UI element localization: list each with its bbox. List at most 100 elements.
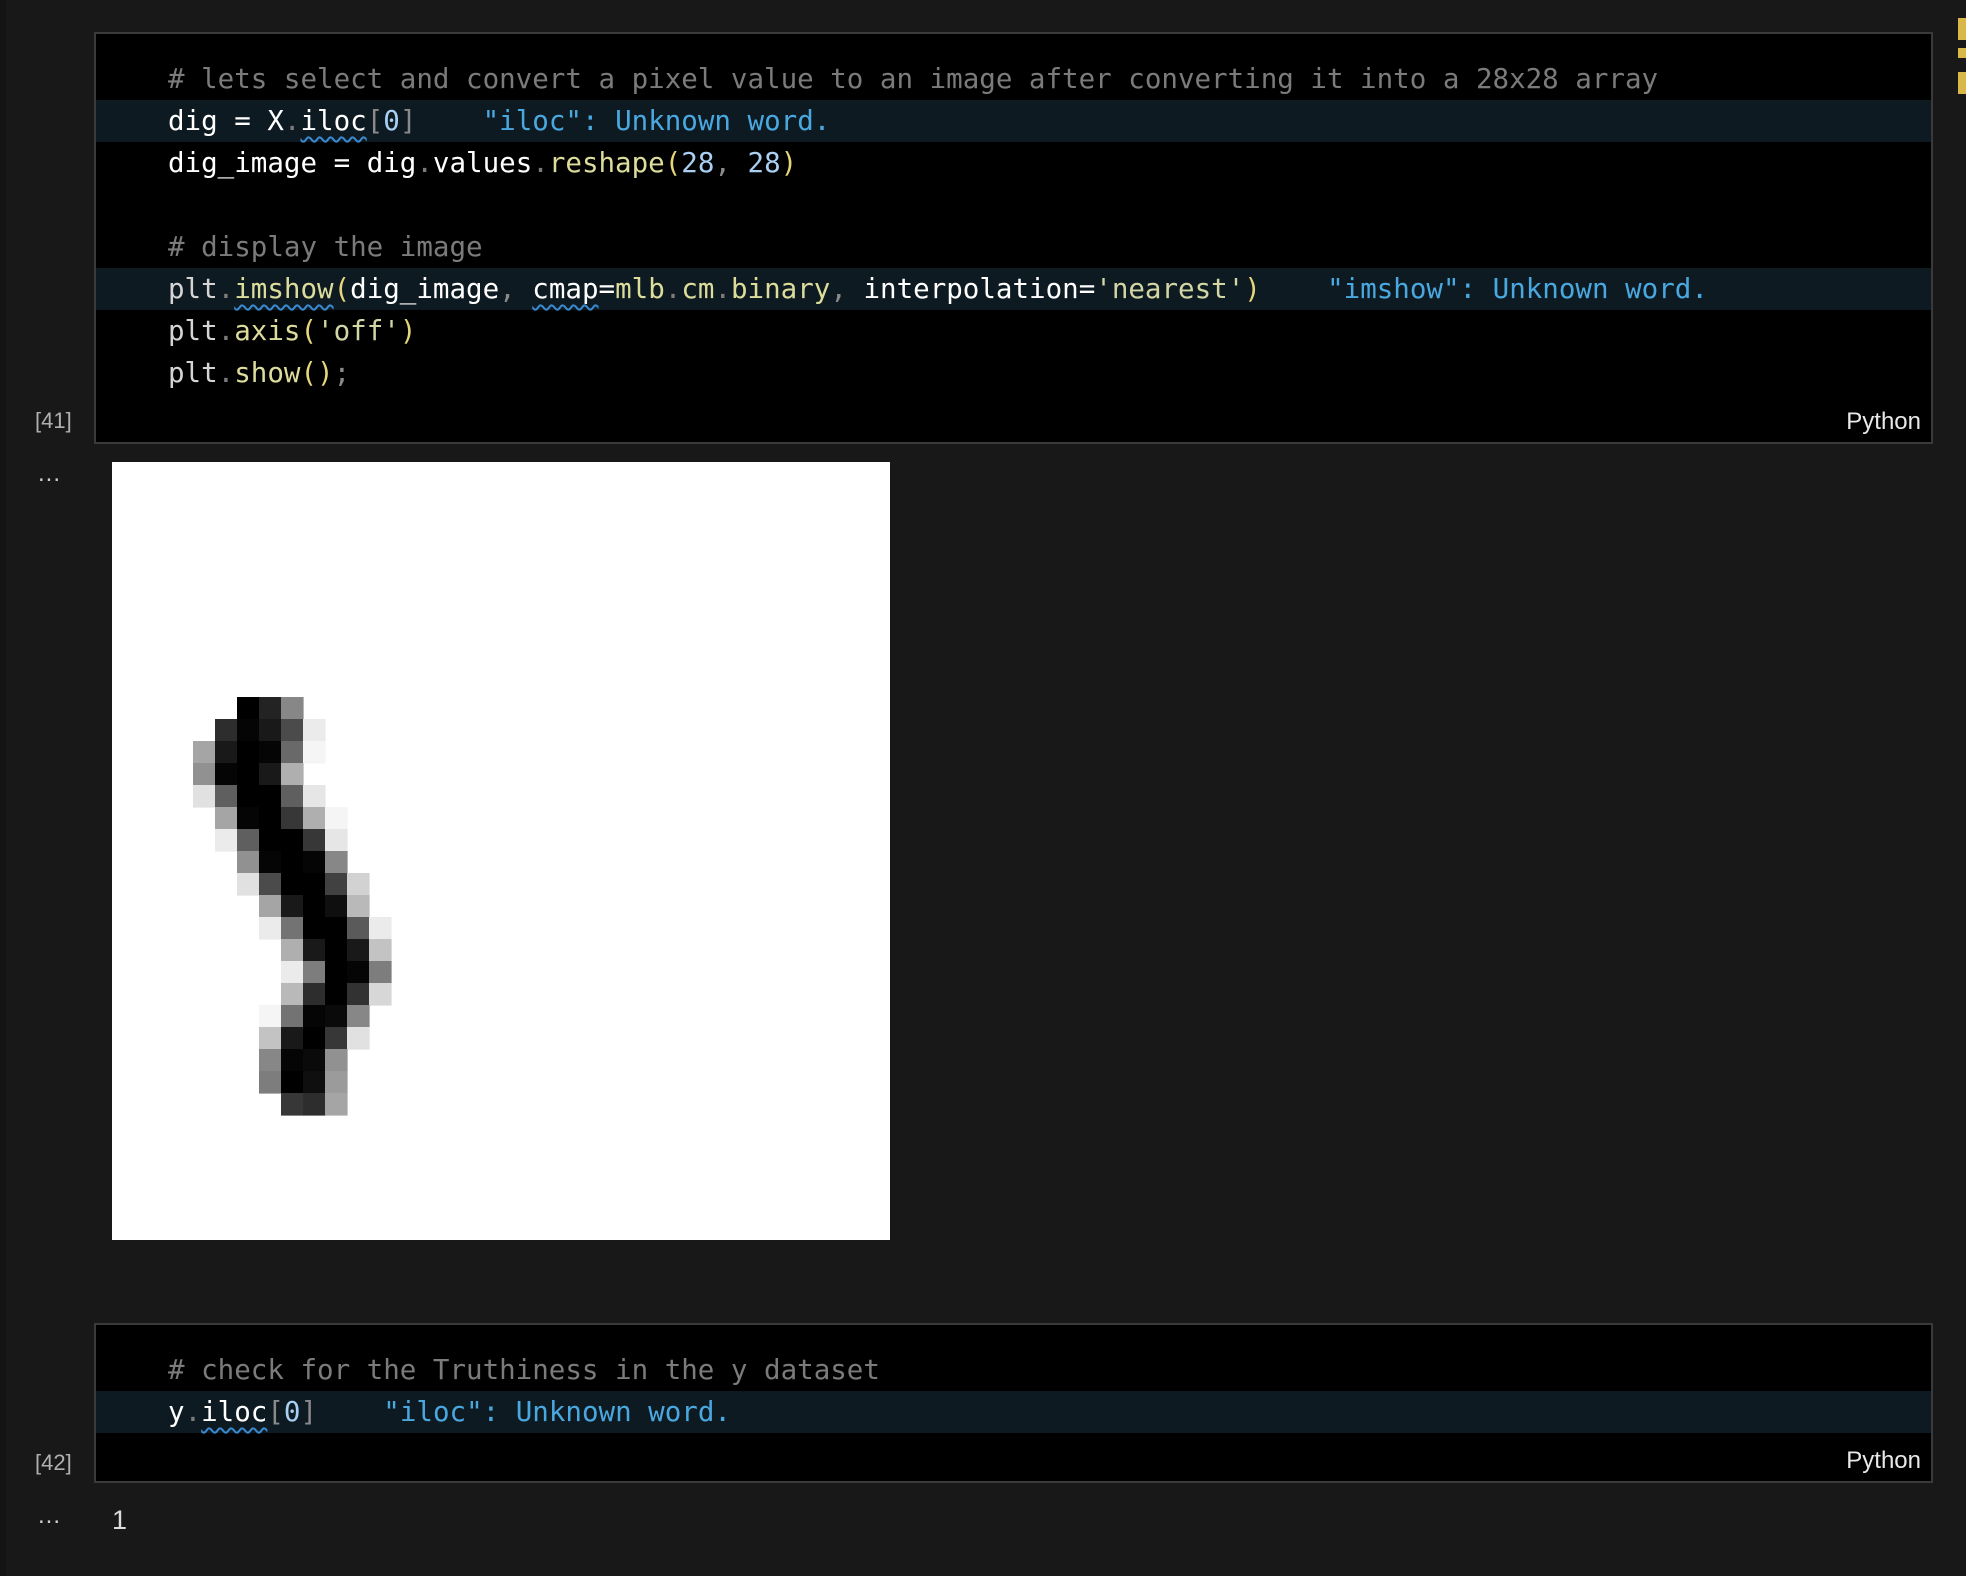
- digit-pixel: [325, 939, 348, 962]
- scrollbar-marker: [1958, 48, 1966, 58]
- code-line[interactable]: # display the image: [96, 226, 1931, 268]
- digit-pixel: [259, 895, 282, 918]
- code-token: (): [300, 357, 334, 389]
- digit-pixel: [237, 763, 260, 786]
- code-token: =: [317, 147, 367, 179]
- code-token: 0: [283, 1396, 301, 1428]
- code-token: [: [267, 1396, 284, 1428]
- digit-pixel: [325, 807, 348, 830]
- digit-pixel: [259, 851, 282, 874]
- digit-pixel: [325, 895, 348, 918]
- spelling-squiggle[interactable]: iloc: [201, 1396, 267, 1428]
- code-token: show: [234, 357, 301, 389]
- digit-pixel: [193, 785, 216, 808]
- digit-pixel: [303, 1049, 326, 1072]
- scrollbar-marker: [1958, 72, 1966, 94]
- code-token: 'off': [317, 315, 400, 347]
- digit-pixel: [281, 895, 304, 918]
- spelling-squiggle[interactable]: cmap: [532, 273, 598, 305]
- digit-pixel: [259, 697, 282, 720]
- spelling-squiggle[interactable]: iloc: [300, 105, 366, 137]
- digit-pixel: [369, 983, 392, 1006]
- digit-pixel: [259, 1071, 282, 1094]
- digit-pixel: [215, 829, 238, 852]
- digit-pixel: [215, 763, 238, 786]
- code-line[interactable]: # lets select and convert a pixel value …: [96, 58, 1931, 100]
- digit-pixel: [325, 1049, 348, 1072]
- digit-pixel: [237, 697, 260, 720]
- digit-pixel: [281, 1071, 304, 1094]
- code-line[interactable]: dig_image = dig.values.reshape(28, 28): [96, 142, 1931, 184]
- code-line[interactable]: y.iloc[0] "iloc": Unknown word.: [96, 1391, 1931, 1433]
- digit-pixel: [193, 741, 216, 764]
- code-cell-42[interactable]: # check for the Truthiness in the y data…: [94, 1323, 1933, 1483]
- digit-pixel: [325, 917, 348, 940]
- digit-pixel: [259, 1005, 282, 1028]
- code-token: reshape: [548, 147, 665, 179]
- digit-pixel: [303, 851, 326, 874]
- code-token: (: [333, 273, 351, 305]
- code-line[interactable]: plt.show();: [96, 352, 1931, 394]
- code-token: y: [168, 1396, 185, 1428]
- digit-pixel: [303, 1093, 326, 1116]
- digit-pixel: [303, 939, 326, 962]
- spelling-squiggle[interactable]: imshow: [234, 273, 333, 305]
- code-token: 'nearest': [1095, 273, 1245, 305]
- digit-pixel: [281, 829, 304, 852]
- digit-pixel: [303, 1027, 326, 1050]
- digit-pixel: [303, 1071, 326, 1094]
- code-cell-41[interactable]: # lets select and convert a pixel value …: [94, 32, 1933, 444]
- code-line[interactable]: # check for the Truthiness in the y data…: [96, 1349, 1931, 1391]
- code-token: .: [217, 357, 235, 389]
- output-collapse-button[interactable]: ...: [38, 460, 61, 488]
- digit-pixel: [369, 917, 392, 940]
- code-token: 28: [681, 147, 715, 179]
- digit-pixel: [347, 1005, 370, 1028]
- scrollbar-marker: [1958, 18, 1966, 40]
- digit-pixel: [303, 785, 326, 808]
- code-token: ,: [499, 273, 533, 305]
- code-token: dig: [168, 105, 218, 137]
- digit-pixel: [281, 1093, 304, 1116]
- inline-diagnostic: "iloc": Unknown word.: [383, 1396, 731, 1428]
- digit-pixel: [281, 1049, 304, 1072]
- code-token: =: [1078, 273, 1096, 305]
- code-line[interactable]: plt.axis('off'): [96, 310, 1931, 352]
- code-line[interactable]: plt.imshow(dig_image, cmap=mlb.cm.binary…: [96, 268, 1931, 310]
- code-line[interactable]: dig = X.iloc[0] "iloc": Unknown word.: [96, 100, 1931, 142]
- code-token: 0: [383, 105, 400, 137]
- code-token: dig: [366, 147, 417, 179]
- code-token: =: [598, 273, 616, 305]
- digit-pixel: [259, 873, 282, 896]
- cell-language-label[interactable]: Python: [1846, 408, 1921, 436]
- output-collapse-button[interactable]: ...: [38, 1502, 61, 1530]
- digit-pixel: [281, 1027, 304, 1050]
- digit-pixel: [303, 829, 326, 852]
- execution-count: [42]: [35, 1450, 72, 1475]
- code-token: =: [217, 105, 268, 137]
- digit-pixel: [281, 1005, 304, 1028]
- inline-diagnostic: "imshow": Unknown word.: [1327, 273, 1708, 305]
- digit-plot: [193, 697, 392, 1116]
- cell-language-label[interactable]: Python: [1846, 1447, 1921, 1475]
- digit-pixel: [303, 961, 326, 984]
- code-token: (: [300, 315, 318, 347]
- digit-pixel: [281, 983, 304, 1006]
- code-token: (: [664, 147, 682, 179]
- digit-pixel: [369, 961, 392, 984]
- code-token: interpolation: [863, 273, 1079, 305]
- digit-pixel: [325, 1071, 348, 1094]
- digit-pixel: [259, 741, 282, 764]
- code-line[interactable]: [96, 184, 1931, 226]
- digit-pixel: [325, 983, 348, 1006]
- code-token: .: [217, 315, 235, 347]
- digit-pixel: [303, 1005, 326, 1028]
- digit-pixel: [347, 939, 370, 962]
- code-token: cm: [681, 273, 715, 305]
- digit-pixel: [347, 873, 370, 896]
- code-comment: # display the image: [168, 231, 483, 263]
- digit-pixel: [347, 1027, 370, 1050]
- digit-pixel: [281, 763, 304, 786]
- digit-pixel: [325, 1005, 348, 1028]
- digit-pixel: [259, 829, 282, 852]
